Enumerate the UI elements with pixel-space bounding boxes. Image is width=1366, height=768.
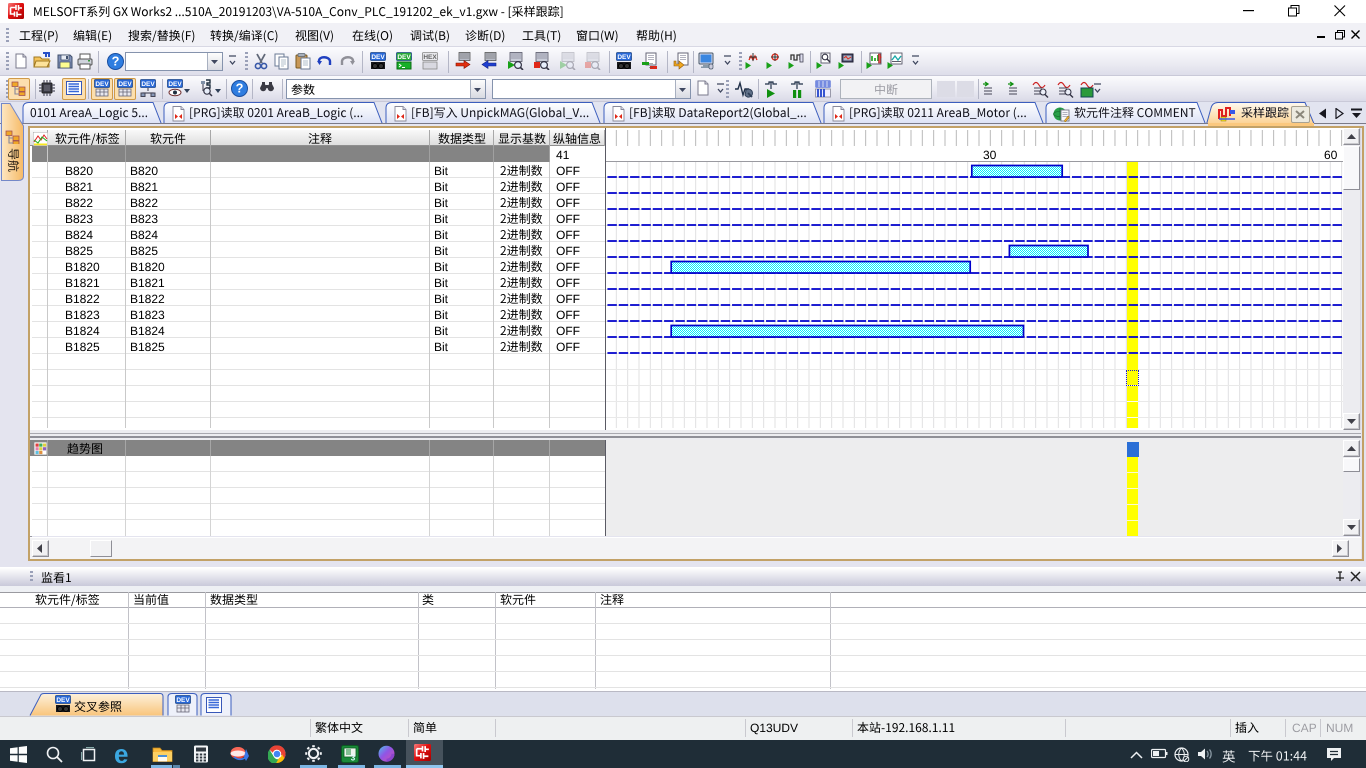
svg-text:?: ? xyxy=(236,81,244,96)
svg-text:DEV: DEV xyxy=(95,81,109,88)
svg-text:HEX: HEX xyxy=(423,54,437,61)
svg-text:DEV: DEV xyxy=(371,54,385,61)
svg-text:DEV: DEV xyxy=(617,54,631,61)
svg-text:DEV: DEV xyxy=(118,81,132,88)
svg-text:?: ? xyxy=(112,54,120,69)
svg-text:3: 3 xyxy=(351,754,356,763)
svg-text:DEV: DEV xyxy=(141,81,155,88)
svg-text:DEV: DEV xyxy=(56,697,70,704)
svg-text:DEV: DEV xyxy=(168,81,182,88)
svg-text:DEV: DEV xyxy=(176,697,190,704)
svg-text:DEV: DEV xyxy=(397,54,411,61)
